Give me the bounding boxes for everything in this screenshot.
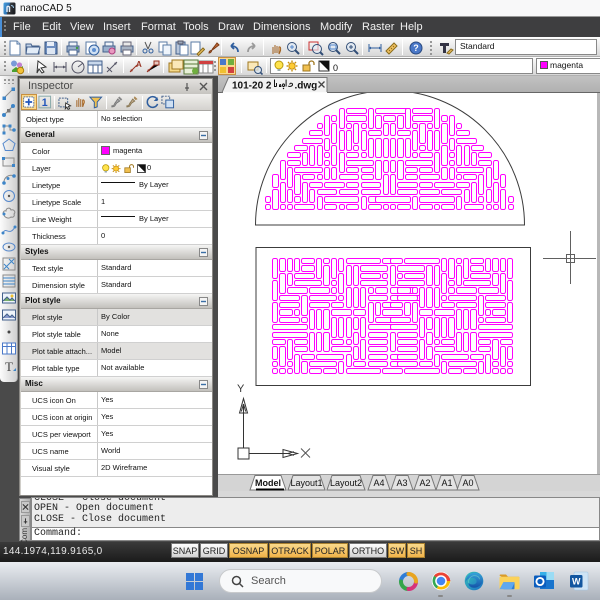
svg-text:.dwg: .dwg [295, 81, 318, 92]
svg-text:A1: A1 [441, 478, 452, 488]
svg-text:A0: A0 [462, 478, 473, 488]
svg-text:Y: Y [237, 383, 245, 395]
svg-text:?: ? [413, 43, 419, 53]
svg-text:Layout1: Layout1 [290, 478, 322, 488]
svg-text:A3: A3 [396, 478, 407, 488]
svg-text:A2: A2 [419, 478, 430, 488]
svg-text:T: T [5, 359, 13, 374]
svg-text:A: A [136, 60, 142, 69]
svg-text:Layout2: Layout2 [330, 478, 362, 488]
svg-text:1: 1 [41, 97, 47, 109]
svg-text:Model: Model [255, 478, 281, 488]
svg-text:101-20 2: 101-20 2 [232, 81, 272, 92]
svg-text:W: W [572, 577, 581, 587]
svg-text:A4: A4 [373, 478, 384, 488]
